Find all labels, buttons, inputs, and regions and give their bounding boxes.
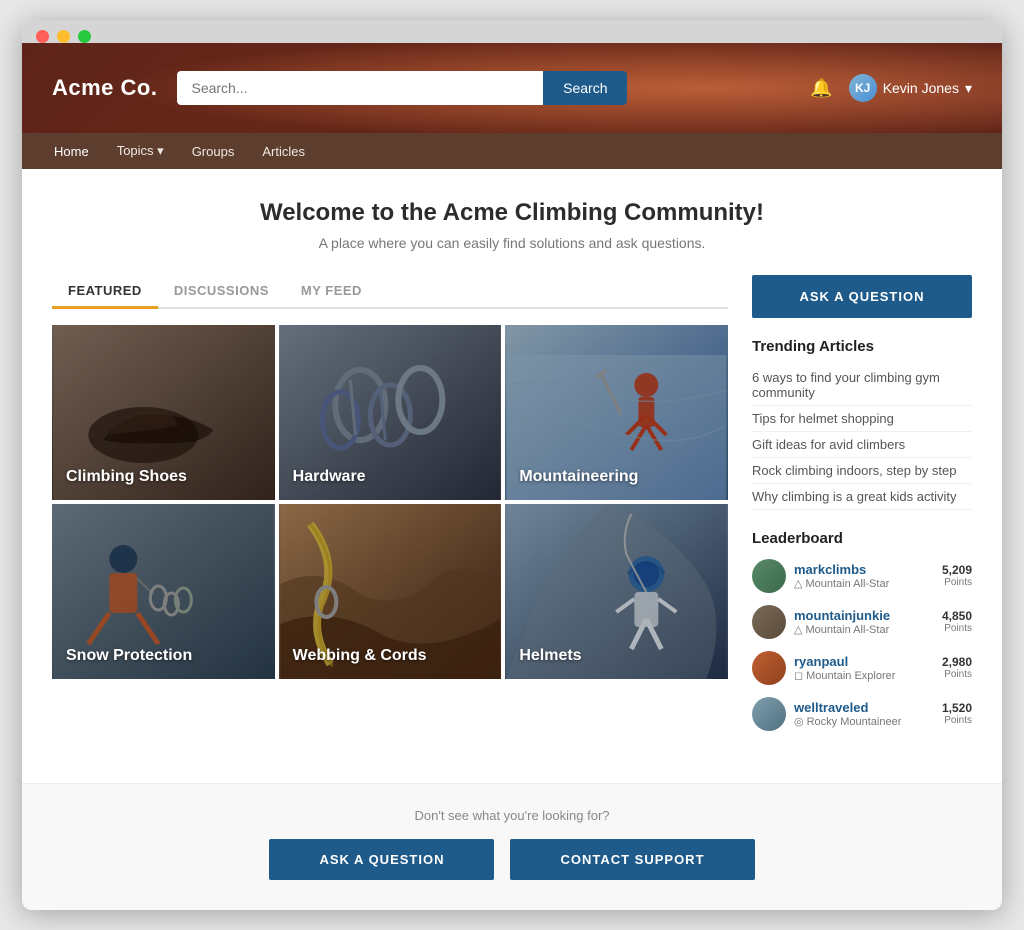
category-label-snow-protection: Snow Protection bbox=[66, 647, 192, 665]
trending-item-3[interactable]: Gift ideas for avid climbers bbox=[752, 432, 972, 458]
category-card-mountaineering[interactable]: Mountaineering bbox=[505, 325, 728, 500]
nav-topics[interactable]: Topics ▾ bbox=[105, 133, 176, 169]
category-label-helmets: Helmets bbox=[519, 647, 581, 665]
category-label-hardware: Hardware bbox=[293, 468, 366, 486]
category-label-webbing-cords: Webbing & Cords bbox=[293, 647, 427, 665]
leaderboard-avatar-3 bbox=[752, 651, 786, 685]
notification-bell-icon[interactable]: 🔔 bbox=[810, 78, 832, 99]
browser-chrome bbox=[22, 20, 1002, 43]
leaderboard-badge-4: ◎ Rocky Mountaineer bbox=[794, 715, 934, 728]
category-grid: Climbing Shoes bbox=[52, 325, 728, 679]
leaderboard-avatar-4 bbox=[752, 697, 786, 731]
category-card-helmets[interactable]: Helmets bbox=[505, 504, 728, 679]
bottom-section: Don't see what you're looking for? ASK A… bbox=[22, 783, 1002, 910]
leaderboard-item-3: ryanpaul ◻ Mountain Explorer 2,980 Point… bbox=[752, 651, 972, 685]
search-input[interactable] bbox=[177, 71, 543, 105]
right-panel: ASK A QUESTION Trending Articles 6 ways … bbox=[752, 275, 972, 743]
nav-groups[interactable]: Groups bbox=[180, 134, 247, 169]
maximize-dot[interactable] bbox=[78, 30, 91, 43]
avatar-initials: KJ bbox=[855, 81, 870, 95]
chevron-down-icon: ▾ bbox=[965, 80, 972, 97]
search-form: Search bbox=[177, 71, 627, 105]
category-label-mountaineering: Mountaineering bbox=[519, 468, 638, 486]
leaderboard-badge-3: ◻ Mountain Explorer bbox=[794, 669, 934, 682]
badge-icon-2: △ bbox=[794, 623, 802, 636]
nav-articles[interactable]: Articles bbox=[250, 134, 317, 169]
ask-question-button-sidebar[interactable]: ASK A QUESTION bbox=[752, 275, 972, 318]
ask-question-button-footer[interactable]: ASK A QUESTION bbox=[269, 839, 494, 880]
leaderboard-points-2: 4,850 Points bbox=[942, 609, 972, 635]
category-card-hardware[interactable]: Hardware bbox=[279, 325, 502, 500]
content-layout: FEATURED DISCUSSIONS MY FEED bbox=[52, 275, 972, 743]
leaderboard-info-4: welltraveled ◎ Rocky Mountaineer bbox=[794, 700, 934, 728]
trending-item-1[interactable]: 6 ways to find your climbing gym communi… bbox=[752, 365, 972, 406]
user-menu[interactable]: KJ Kevin Jones ▾ bbox=[849, 74, 972, 102]
tab-discussions[interactable]: DISCUSSIONS bbox=[158, 275, 285, 309]
leaderboard-points-3: 2,980 Points bbox=[942, 655, 972, 681]
leaderboard-name-2[interactable]: mountainjunkie bbox=[794, 608, 934, 623]
trending-item-2[interactable]: Tips for helmet shopping bbox=[752, 406, 972, 432]
badge-icon-3: ◻ bbox=[794, 669, 803, 682]
leaderboard-name-4[interactable]: welltraveled bbox=[794, 700, 934, 715]
leaderboard-avatar-2 bbox=[752, 605, 786, 639]
leaderboard-name-1[interactable]: markclimbs bbox=[794, 562, 934, 577]
tabs-bar: FEATURED DISCUSSIONS MY FEED bbox=[52, 275, 728, 309]
contact-support-button[interactable]: CONTACT SUPPORT bbox=[510, 839, 754, 880]
leaderboard-info-3: ryanpaul ◻ Mountain Explorer bbox=[794, 654, 934, 682]
nav-home[interactable]: Home bbox=[42, 134, 101, 169]
category-label-climbing-shoes: Climbing Shoes bbox=[66, 468, 187, 486]
category-card-webbing-cords[interactable]: Webbing & Cords bbox=[279, 504, 502, 679]
leaderboard-info-2: mountainjunkie △ Mountain All-Star bbox=[794, 608, 934, 636]
badge-icon-1: △ bbox=[794, 577, 802, 590]
minimize-dot[interactable] bbox=[57, 30, 70, 43]
leaderboard-points-1: 5,209 Points bbox=[942, 563, 972, 589]
page-title: Welcome to the Acme Climbing Community! bbox=[52, 199, 972, 227]
category-card-snow-protection[interactable]: Snow Protection bbox=[52, 504, 275, 679]
trending-item-5[interactable]: Why climbing is a great kids activity bbox=[752, 484, 972, 510]
tab-my-feed[interactable]: MY FEED bbox=[285, 275, 378, 309]
bottom-buttons: ASK A QUESTION CONTACT SUPPORT bbox=[52, 839, 972, 880]
site-logo: Acme Co. bbox=[52, 75, 157, 101]
leaderboard-title: Leaderboard bbox=[752, 530, 972, 547]
badge-icon-4: ◎ bbox=[794, 715, 804, 728]
left-panel: FEATURED DISCUSSIONS MY FEED bbox=[52, 275, 728, 679]
trending-item-4[interactable]: Rock climbing indoors, step by step bbox=[752, 458, 972, 484]
leaderboard-item-2: mountainjunkie △ Mountain All-Star 4,850… bbox=[752, 605, 972, 639]
leaderboard-name-3[interactable]: ryanpaul bbox=[794, 654, 934, 669]
leaderboard-badge-1: △ Mountain All-Star bbox=[794, 577, 934, 590]
nav-bar: Home Topics ▾ Groups Articles bbox=[22, 133, 1002, 169]
header-actions: 🔔 KJ Kevin Jones ▾ bbox=[810, 74, 972, 102]
category-card-climbing-shoes[interactable]: Climbing Shoes bbox=[52, 325, 275, 500]
leaderboard-info-1: markclimbs △ Mountain All-Star bbox=[794, 562, 934, 590]
search-button[interactable]: Search bbox=[543, 71, 627, 105]
close-dot[interactable] bbox=[36, 30, 49, 43]
leaderboard-badge-2: △ Mountain All-Star bbox=[794, 623, 934, 636]
user-name: Kevin Jones bbox=[883, 80, 959, 96]
trending-articles-list: 6 ways to find your climbing gym communi… bbox=[752, 365, 972, 510]
leaderboard-item-1: markclimbs △ Mountain All-Star 5,209 Poi… bbox=[752, 559, 972, 593]
tab-featured[interactable]: FEATURED bbox=[52, 275, 158, 309]
bottom-text: Don't see what you're looking for? bbox=[52, 808, 972, 823]
browser-window: Acme Co. Search 🔔 KJ Kevin Jones ▾ Home … bbox=[22, 20, 1002, 910]
trending-title: Trending Articles bbox=[752, 338, 972, 355]
leaderboard-item-4: welltraveled ◎ Rocky Mountaineer 1,520 P… bbox=[752, 697, 972, 731]
hero-header: Acme Co. Search 🔔 KJ Kevin Jones ▾ bbox=[22, 43, 1002, 133]
avatar: KJ bbox=[849, 74, 877, 102]
page-subtitle: A place where you can easily find soluti… bbox=[52, 235, 972, 251]
leaderboard-points-4: 1,520 Points bbox=[942, 701, 972, 727]
main-content: Welcome to the Acme Climbing Community! … bbox=[22, 169, 1002, 783]
leaderboard-avatar-1 bbox=[752, 559, 786, 593]
